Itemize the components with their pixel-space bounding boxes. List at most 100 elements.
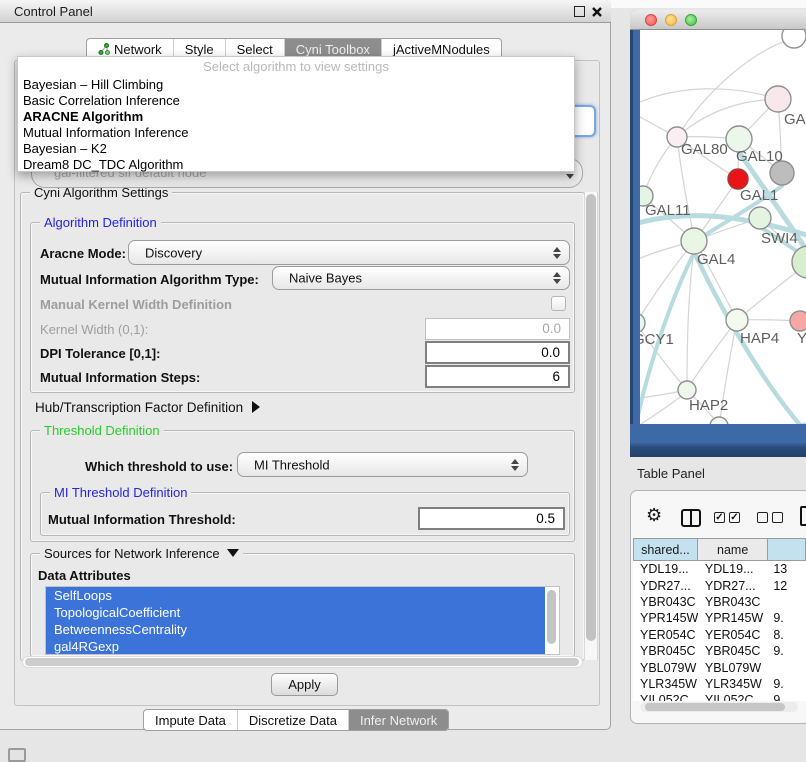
dpi-tolerance-field[interactable]: 0.0 — [425, 341, 570, 364]
mi-type-combo[interactable]: Naive Bayes — [272, 266, 570, 290]
settings-hscrollbar-thumb[interactable] — [25, 658, 579, 666]
aracne-mode-combo[interactable]: Discovery — [128, 240, 570, 265]
network-node[interactable] — [765, 86, 791, 112]
mi-threshold-label: Mutual Information Threshold: — [48, 512, 236, 527]
mi-threshold-field[interactable]: 0.5 — [418, 507, 565, 530]
network-node[interactable] — [782, 30, 806, 48]
collapse-down-icon[interactable] — [227, 549, 239, 557]
table-cell: YDR27... — [633, 579, 698, 593]
table-row[interactable]: YDR27...YDR27...12 — [633, 577, 806, 593]
apply-button[interactable]: Apply — [271, 673, 338, 696]
kernel-width-field[interactable]: 0.0 — [425, 318, 570, 340]
cyni-bottom-tab-bar: Impute Data Discretize DataInfer Network — [143, 709, 449, 731]
kernel-width-label: Kernel Width (0,1): — [40, 322, 148, 337]
data-attribute-item[interactable]: BetweennessCentrality — [46, 621, 545, 638]
data-attributes-list[interactable]: SelfLoopsTopologicalCoefficientBetweenne… — [45, 586, 560, 655]
column-header[interactable] — [768, 538, 806, 561]
table-row[interactable]: YIL052CYIL052C9. — [633, 692, 806, 701]
algorithm-option[interactable]: Mutual Information Inference — [18, 125, 574, 141]
network-canvas[interactable]: GALGAL80GAL10GAL1GAL11SWI4GAL4GCY1HAP4YH… — [640, 30, 806, 424]
list-scrollbar-thumb[interactable] — [547, 590, 556, 644]
table-cell: YPR145W — [633, 611, 698, 625]
table-row[interactable]: YBL079WYBL079W — [633, 659, 806, 675]
column-header[interactable]: shared... — [633, 538, 698, 561]
tab-infer-network[interactable]: Infer Network — [349, 710, 448, 730]
table-cell: YIL052C — [698, 693, 768, 701]
manual-kernel-label: Manual Kernel Width Definition — [40, 297, 232, 312]
network-node[interactable] — [726, 309, 748, 331]
data-attribute-item[interactable]: gal4RGexp — [46, 638, 545, 655]
which-threshold-combo[interactable]: MI Threshold — [237, 452, 528, 477]
gear-icon[interactable]: ⚙ — [646, 505, 662, 526]
node-label: GAL11 — [645, 202, 691, 219]
window-title: Control Panel — [14, 4, 93, 19]
table-panel-title: Table Panel — [637, 466, 705, 481]
table-row[interactable]: YDL19...YDL19...13 — [633, 561, 806, 577]
split-columns-icon[interactable] — [681, 509, 701, 527]
threshold-definition-title: Threshold Definition — [40, 423, 164, 438]
table-row[interactable]: YBR045CYBR045C9. — [633, 643, 806, 659]
table-cell: YLR345W — [633, 677, 698, 691]
mi-threshold-definition-title: MI Threshold Definition — [50, 485, 191, 500]
minimize-button[interactable] — [665, 14, 677, 26]
column-header[interactable]: name — [698, 538, 768, 561]
table-cell: YBL079W — [698, 661, 768, 675]
unchecked-checkbox-icon[interactable] — [757, 512, 768, 523]
algorithm-option[interactable]: Basic Correlation Inference — [18, 93, 574, 109]
table-cell: 9. — [768, 693, 806, 701]
network-edge — [677, 99, 778, 137]
algorithm-definition-title: Algorithm Definition — [40, 215, 161, 230]
table-row[interactable]: YER054CYER054C8. — [633, 627, 806, 643]
tab-label: Impute Data — [155, 713, 226, 728]
data-attribute-item[interactable]: SelfLoops — [46, 587, 545, 604]
expand-right-icon[interactable] — [252, 401, 260, 413]
table-row[interactable]: YBR043CYBR043C — [633, 594, 806, 610]
unchecked-checkbox-icon[interactable] — [772, 512, 783, 523]
table-cell: YBR043C — [698, 595, 768, 609]
node-label: HAP2 — [689, 397, 728, 414]
tab-impute-data[interactable]: Impute Data — [144, 710, 238, 730]
combo-value: Naive Bayes — [289, 271, 362, 286]
checked-checkbox-icon[interactable]: ✓ — [729, 512, 740, 523]
settings-vscrollbar-thumb[interactable] — [586, 194, 596, 641]
tab-label: Cyni Toolbox — [296, 42, 370, 57]
hub-definition-toggle[interactable]: Hub/Transcription Factor Definition — [35, 400, 260, 415]
network-window-titlebar — [630, 10, 806, 30]
close-icon[interactable] — [591, 5, 603, 17]
stepper-icon — [510, 459, 518, 471]
table-cell: YER054C — [698, 628, 768, 642]
taskbar-corner-icon[interactable] — [8, 748, 26, 762]
network-node[interactable] — [710, 417, 728, 424]
data-attributes-label: Data Attributes — [38, 568, 131, 583]
manual-kernel-checkbox[interactable] — [551, 296, 566, 311]
aracne-mode-label: Aracne Mode: — [40, 246, 126, 261]
sources-toggle[interactable]: Sources for Network Inference — [40, 546, 243, 561]
table-cell: YBR043C — [633, 595, 698, 609]
table-cell: 12 — [768, 579, 806, 593]
algorithm-option[interactable]: Bayesian – Hill Climbing — [18, 77, 574, 93]
network-graph[interactable]: GALGAL80GAL10GAL1GAL11SWI4GAL4GCY1HAP4YH… — [640, 30, 806, 424]
float-window-icon[interactable] — [574, 6, 585, 17]
table-row[interactable]: YLR345WYLR345W9. — [633, 676, 806, 692]
table-hscrollbar-thumb[interactable] — [645, 703, 785, 711]
node-label: GAL1 — [740, 187, 778, 204]
document-icon[interactable] — [800, 506, 806, 526]
algorithm-option[interactable]: Dream8 DC_TDC Algorithm — [18, 157, 574, 173]
mi-steps-field[interactable]: 6 — [425, 365, 570, 388]
network-node[interactable] — [749, 207, 771, 229]
network-node[interactable] — [640, 313, 645, 333]
stepper-icon — [552, 272, 560, 284]
table-cell: 9. — [768, 644, 806, 658]
close-button[interactable] — [645, 14, 657, 26]
table-row[interactable]: YPR145WYPR145W9. — [633, 610, 806, 626]
hub-definition-label: Hub/Transcription Factor Definition — [35, 400, 243, 415]
network-node[interactable] — [790, 311, 806, 331]
combo-value: Discovery — [145, 245, 202, 260]
zoom-button[interactable] — [685, 14, 697, 26]
algorithm-option[interactable]: Bayesian – K2 — [18, 141, 574, 157]
checked-checkbox-icon[interactable]: ✓ — [714, 512, 725, 523]
algorithm-option[interactable]: ARACNE Algorithm — [18, 109, 574, 125]
data-attribute-item[interactable]: TopologicalCoefficient — [46, 604, 545, 621]
network-node[interactable] — [728, 169, 748, 189]
tab-discretize-data[interactable]: Discretize Data — [238, 710, 349, 730]
